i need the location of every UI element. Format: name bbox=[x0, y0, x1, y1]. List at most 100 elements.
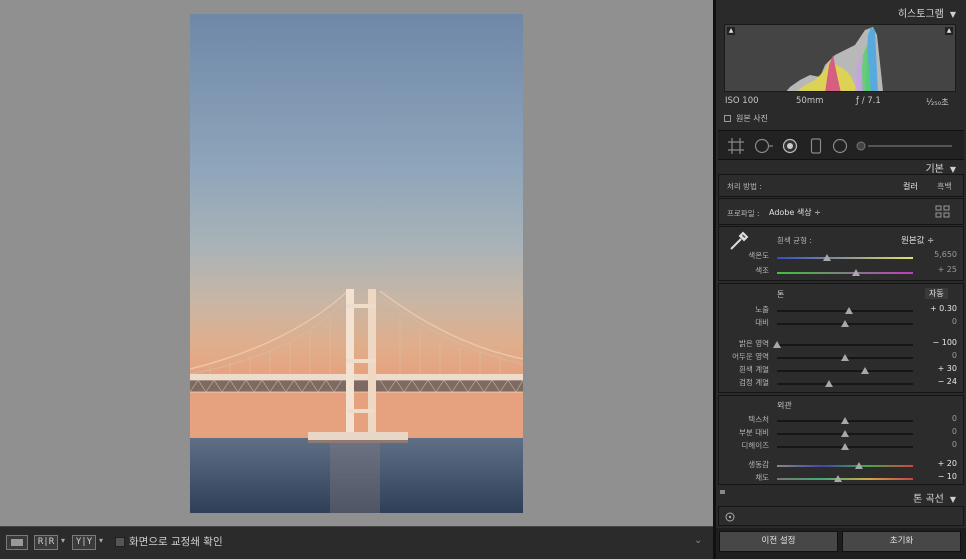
saturation-label: 채도 bbox=[755, 473, 769, 482]
clarity-value[interactable]: 0 bbox=[917, 427, 957, 436]
saturation-value[interactable]: − 10 bbox=[917, 472, 957, 481]
iso-value: ISO 100 bbox=[725, 96, 759, 106]
photo-preview[interactable] bbox=[190, 14, 523, 513]
treatment-label: 처리 방법 : bbox=[727, 182, 762, 191]
blacks-slider-thumb[interactable] bbox=[824, 380, 833, 387]
before-after-lr-button[interactable]: R|R bbox=[34, 535, 58, 550]
focal-length-value: 50mm bbox=[796, 96, 824, 106]
vibrance-value[interactable]: + 20 bbox=[917, 459, 957, 468]
temp-label: 색온도 bbox=[748, 251, 769, 260]
exposure-label: 노출 bbox=[755, 305, 769, 314]
loupe-view-icon bbox=[11, 539, 23, 546]
vibrance-track[interactable] bbox=[777, 465, 913, 467]
saturation-track[interactable] bbox=[777, 478, 913, 480]
temp-track[interactable] bbox=[777, 257, 913, 259]
highlights-track[interactable] bbox=[777, 344, 913, 346]
tone-label: 톤 bbox=[777, 290, 785, 299]
shadows-slider-thumb[interactable] bbox=[841, 354, 849, 361]
histogram-title: 히스토그램 bbox=[897, 9, 944, 20]
highlights-slider-thumb[interactable] bbox=[773, 341, 781, 348]
contrast-value[interactable]: 0 bbox=[917, 317, 957, 326]
wb-label: 흰색 균형 : bbox=[777, 236, 812, 245]
collapse-triangle-icon: ▼ bbox=[949, 165, 956, 174]
loupe-view-button[interactable] bbox=[6, 535, 28, 550]
softproof-checkbox[interactable] bbox=[115, 537, 125, 547]
profile-dropdown[interactable]: Adobe 색상 ÷ bbox=[769, 207, 821, 218]
spot-removal-icon[interactable] bbox=[754, 138, 774, 154]
crop-overlay-icon[interactable] bbox=[728, 138, 744, 154]
original-photo-label: 원본 사진 bbox=[736, 114, 768, 123]
adjustment-brush-icon[interactable] bbox=[856, 138, 956, 154]
presence-section: 외관 텍스처 0 부분 대비 0 디헤이즈 0 생동감 + 20 채도 − 10 bbox=[718, 395, 964, 485]
histogram-header[interactable]: 히스토그램 ▼ bbox=[898, 5, 956, 20]
reset-button[interactable]: 초기화 bbox=[842, 531, 961, 552]
highlights-label: 밝은 영역 bbox=[739, 339, 769, 348]
exposure-slider-thumb[interactable] bbox=[845, 307, 854, 314]
whites-value[interactable]: + 30 bbox=[917, 364, 957, 373]
clarity-slider-thumb[interactable] bbox=[841, 430, 849, 437]
eyedropper-icon[interactable] bbox=[727, 230, 749, 252]
clarity-label: 부분 대비 bbox=[739, 428, 769, 437]
basic-header[interactable]: 기본 ▼ bbox=[925, 160, 956, 175]
before-after-yy-button[interactable]: Y|Y bbox=[72, 535, 96, 550]
histogram-graph[interactable]: ▲ ▲ bbox=[724, 24, 956, 92]
whites-track[interactable] bbox=[777, 370, 913, 372]
profile-row: 프로파일 : Adobe 색상 ÷ bbox=[718, 198, 964, 225]
previous-settings-button[interactable]: 이전 설정 bbox=[719, 531, 838, 552]
tone-curve-header[interactable]: 톤 곡선 ▼ bbox=[913, 490, 956, 505]
chevron-down-icon[interactable]: ▾ bbox=[61, 536, 65, 545]
develop-panel: 히스토그램 ▼ ▲ ▲ ISO 100 50mm ƒ / 7.1 ¹⁄₂₅₀초 원… bbox=[716, 0, 966, 559]
red-eye-icon[interactable] bbox=[782, 138, 798, 154]
collapse-triangle-icon: ▼ bbox=[949, 10, 956, 19]
tint-label: 색조 bbox=[755, 266, 769, 275]
dehaze-label: 디헤이즈 bbox=[741, 441, 769, 450]
graduated-filter-icon[interactable] bbox=[810, 138, 822, 154]
tool-strip bbox=[718, 130, 964, 160]
target-adjust-icon[interactable] bbox=[725, 512, 735, 522]
treatment-color-option[interactable]: 컬러 bbox=[903, 181, 918, 192]
tone-curve-title: 톤 곡선 bbox=[913, 494, 944, 505]
shutter-value: ¹⁄₂₅₀초 bbox=[926, 98, 949, 108]
wb-dropdown[interactable]: 원본값 ÷ bbox=[901, 234, 934, 246]
vibrance-slider-thumb[interactable] bbox=[854, 462, 863, 469]
treatment-row: 처리 방법 : 컬러 흑백 bbox=[718, 174, 964, 197]
temp-slider-thumb[interactable] bbox=[823, 254, 832, 261]
image-canvas[interactable] bbox=[0, 0, 713, 526]
histogram-chart bbox=[725, 25, 955, 91]
dehaze-value[interactable]: 0 bbox=[917, 440, 957, 449]
auto-button[interactable]: 자동 bbox=[925, 288, 948, 299]
contrast-label: 대비 bbox=[755, 318, 769, 327]
tint-track[interactable] bbox=[777, 272, 913, 274]
exposure-value[interactable]: + 0.30 bbox=[917, 304, 957, 313]
temp-value[interactable]: 5,650 bbox=[917, 250, 957, 259]
dehaze-slider-thumb[interactable] bbox=[841, 443, 849, 450]
panel-switch-icon[interactable] bbox=[720, 490, 725, 494]
chevron-down-icon[interactable]: ▾ bbox=[99, 536, 103, 545]
panel-bottom-bar: 이전 설정 초기화 bbox=[716, 528, 966, 559]
profile-browser-icon[interactable] bbox=[935, 205, 951, 219]
whites-slider-thumb[interactable] bbox=[861, 367, 870, 374]
highlight-clipping-icon[interactable]: ▲ bbox=[945, 27, 953, 35]
white-balance-section: 흰색 균형 : 원본값 ÷ 색온도 5,650 색조 + 25 bbox=[718, 226, 964, 281]
blacks-value[interactable]: − 24 bbox=[917, 377, 957, 386]
highlights-value[interactable]: − 100 bbox=[917, 338, 957, 347]
texture-slider-thumb[interactable] bbox=[841, 417, 849, 424]
shadows-label: 어두운 영역 bbox=[732, 352, 769, 361]
toolbar-menu-icon[interactable]: ⌄ bbox=[694, 535, 702, 546]
bottom-toolbar: R|R ▾ Y|Y ▾ 화면으로 교정쇄 확인 ⌄ bbox=[0, 526, 713, 559]
saturation-slider-thumb[interactable] bbox=[834, 475, 843, 482]
shadow-clipping-icon[interactable]: ▲ bbox=[727, 27, 735, 35]
aperture-value: ƒ / 7.1 bbox=[856, 96, 881, 106]
bridge-photo bbox=[190, 14, 523, 513]
whites-label: 흰색 계열 bbox=[739, 365, 769, 374]
texture-value[interactable]: 0 bbox=[917, 414, 957, 423]
tint-value[interactable]: + 25 bbox=[917, 265, 957, 274]
tint-slider-thumb[interactable] bbox=[851, 269, 860, 276]
original-photo-checkbox[interactable] bbox=[724, 115, 731, 122]
tone-curve-row bbox=[718, 506, 964, 526]
treatment-bw-option[interactable]: 흑백 bbox=[937, 181, 952, 192]
blacks-track[interactable] bbox=[777, 383, 913, 385]
shadows-value[interactable]: 0 bbox=[917, 351, 957, 360]
radial-filter-icon[interactable] bbox=[832, 138, 848, 154]
contrast-slider-thumb[interactable] bbox=[841, 320, 849, 327]
